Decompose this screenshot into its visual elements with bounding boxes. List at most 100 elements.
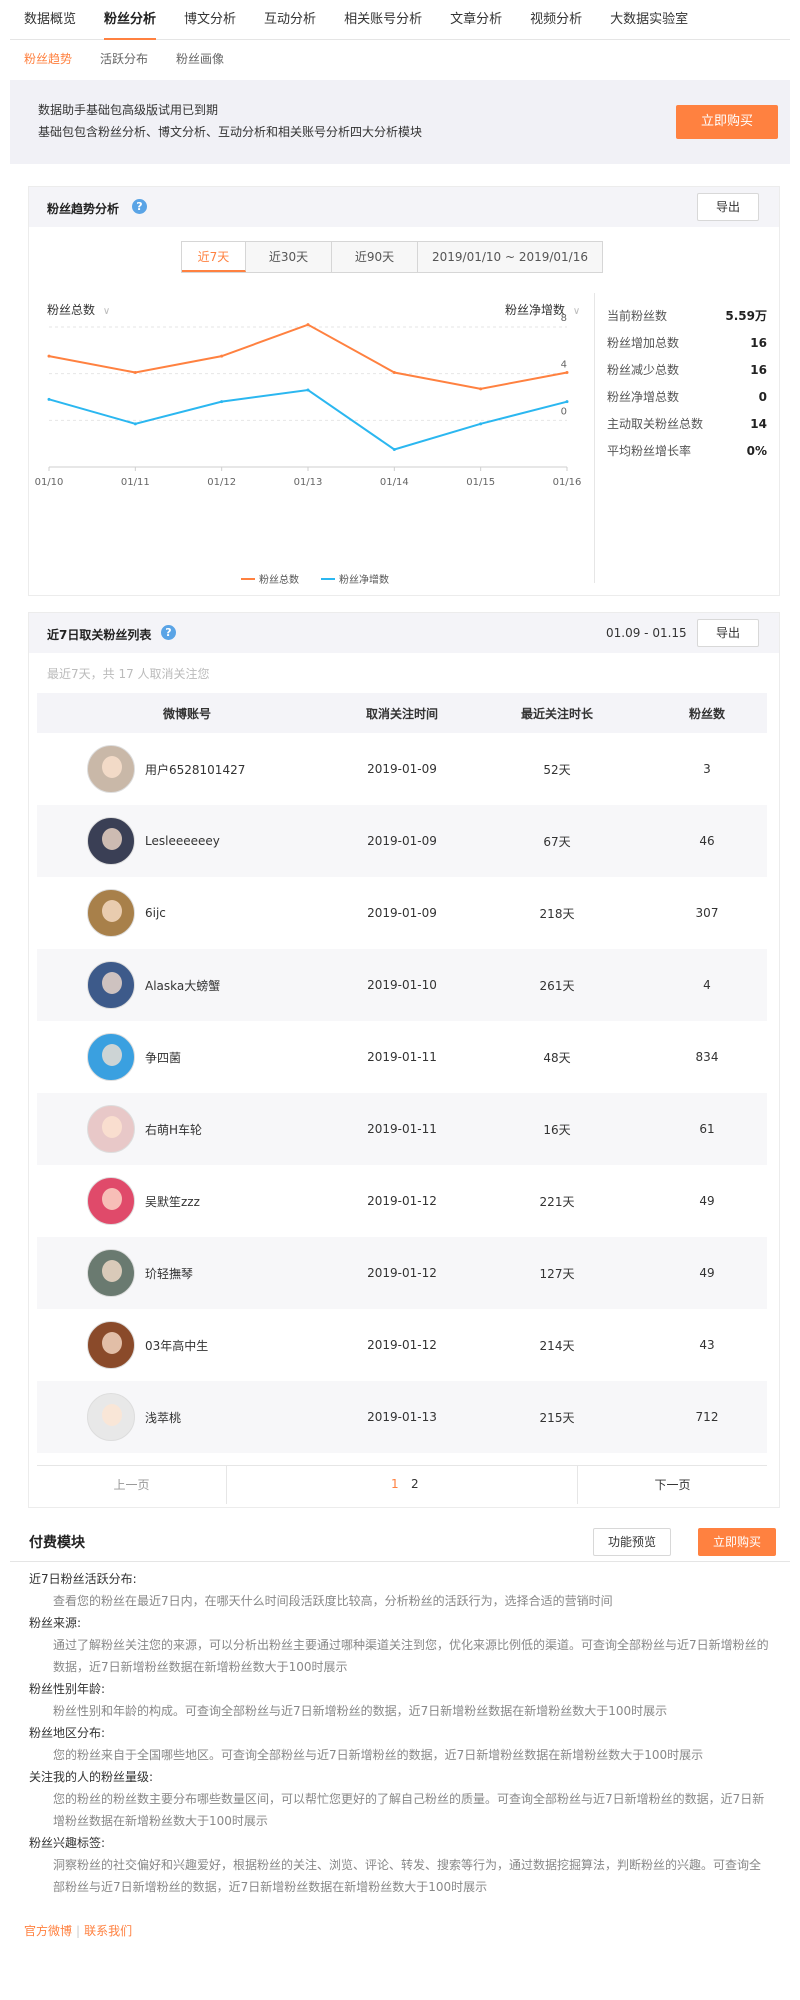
- export-button[interactable]: 导出: [697, 619, 759, 647]
- feature-preview-button[interactable]: 功能预览: [593, 1528, 671, 1556]
- pagination: 上一页 1 2 下一页: [37, 1465, 767, 1504]
- avatar[interactable]: [87, 1321, 135, 1369]
- account-info[interactable]: Lesleeeeeey: [37, 817, 337, 865]
- avatar[interactable]: [87, 745, 135, 793]
- buy-now-button[interactable]: 立即购买: [698, 1528, 776, 1556]
- official-weibo-link[interactable]: 官方微博: [24, 1924, 72, 1938]
- module-description: 通过了解粉丝关注您的来源，可以分析出粉丝主要通过哪种渠道关注到您，优化来源比例低…: [53, 1638, 769, 1674]
- avatar[interactable]: [87, 1249, 135, 1297]
- table-row: 浅萃桃 2019-01-13 215天 712: [37, 1381, 767, 1453]
- table-row: 争四菌 2019-01-11 48天 834: [37, 1021, 767, 1093]
- fans-count-cell: 49: [699, 1194, 715, 1208]
- right-axis-tick-label: 8: [561, 313, 567, 324]
- account-name[interactable]: 右萌H车轮: [145, 1121, 202, 1138]
- account-name[interactable]: Lesleeeeeey: [145, 834, 220, 848]
- page-1-link[interactable]: 1: [391, 1477, 399, 1491]
- avatar-face-shape: [102, 1044, 122, 1066]
- top-nav-item[interactable]: 互动分析: [264, 0, 316, 39]
- prev-page-button[interactable]: 上一页: [37, 1466, 227, 1504]
- account-info[interactable]: Alaska大螃蟹: [37, 961, 337, 1009]
- table-row: 玠轻撫琴 2019-01-12 127天 49: [37, 1237, 767, 1309]
- range-tab[interactable]: 近30天: [246, 242, 332, 272]
- module-heading: 粉丝地区分布:: [29, 1726, 106, 1740]
- stat-label: 平均粉丝增长率: [607, 444, 692, 458]
- account-info[interactable]: 03年高中生: [37, 1321, 337, 1369]
- top-nav: 数据概览 粉丝分析 博文分析 互动分析 相关账号分析 文章分析 视频分析 大数据实验室: [10, 0, 790, 40]
- account-info[interactable]: 玠轻撫琴: [37, 1249, 337, 1297]
- module-description: 粉丝性别和年龄的构成。可查询全部粉丝与近7日新增粉丝的数据，近7日新增粉丝数据在…: [53, 1704, 668, 1718]
- avatar[interactable]: [87, 889, 135, 937]
- top-nav-item[interactable]: 相关账号分析: [344, 0, 422, 39]
- data-point: [220, 400, 224, 404]
- follow-duration-cell: 127天: [467, 1237, 647, 1309]
- avatar[interactable]: [87, 1105, 135, 1153]
- avatar-face-shape: [102, 1260, 122, 1282]
- stat-value: 14: [750, 417, 767, 431]
- panel-title: 粉丝趋势分析: [47, 202, 120, 216]
- buy-now-button[interactable]: 立即购买: [676, 105, 778, 139]
- range-tab[interactable]: 2019/01/10 ~ 2019/01/16: [418, 242, 602, 272]
- top-nav-item[interactable]: 粉丝分析: [104, 0, 157, 40]
- stats-list: 当前粉丝数 5.59万 粉丝增加总数 16 粉丝减少总数 16 粉丝净增总数 0 主动取关粉丝总…: [607, 303, 767, 465]
- export-button[interactable]: 导出: [697, 193, 759, 221]
- avatar-face-shape: [102, 756, 122, 778]
- top-nav-item[interactable]: 视频分析: [530, 0, 582, 39]
- avatar[interactable]: [87, 961, 135, 1009]
- table-row: Lesleeeeeey 2019-01-09 67天 46: [37, 805, 767, 877]
- avatar[interactable]: [87, 1033, 135, 1081]
- account-info[interactable]: 用户6528101427: [37, 745, 337, 793]
- top-nav-item[interactable]: 大数据实验室: [610, 0, 688, 39]
- column-header: 最近关注时长: [467, 693, 647, 733]
- range-tab[interactable]: 近7天: [182, 242, 246, 272]
- x-axis-tick-label: 01/13: [294, 477, 323, 488]
- account-name[interactable]: Alaska大螃蟹: [145, 977, 220, 994]
- avatar[interactable]: [87, 817, 135, 865]
- account-info[interactable]: 右萌H车轮: [37, 1105, 337, 1153]
- date-range-tabs: 近7天 近30天 近90天 2019/01/10 ~ 2019/01/16: [181, 241, 603, 273]
- sub-nav-item[interactable]: 粉丝趋势: [24, 50, 72, 67]
- account-name[interactable]: 玠轻撫琴: [145, 1265, 193, 1282]
- module-description: 洞察粉丝的社交偏好和兴趣爱好，根据粉丝的关注、浏览、评论、转发、搜索等行为，通过…: [53, 1858, 762, 1894]
- module-heading: 关注我的人的粉丝量级:: [29, 1770, 154, 1784]
- top-nav-item[interactable]: 数据概览: [24, 0, 76, 39]
- account-name[interactable]: 浅萃桃: [145, 1409, 181, 1426]
- account-cell: 6ijc: [37, 877, 337, 949]
- account-name[interactable]: 6ijc: [145, 906, 166, 920]
- date-range-label: 01.09 - 01.15: [606, 626, 687, 640]
- sub-nav-item[interactable]: 活跃分布: [100, 50, 148, 67]
- next-page-button[interactable]: 下一页: [577, 1466, 767, 1504]
- help-icon[interactable]: ?: [132, 199, 147, 214]
- sub-nav-item[interactable]: 粉丝画像: [176, 50, 224, 67]
- stat-label: 主动取关粉丝总数: [607, 417, 704, 431]
- range-tab[interactable]: 近90天: [332, 242, 418, 272]
- data-point: [306, 388, 310, 392]
- top-nav-item[interactable]: 博文分析: [184, 0, 236, 39]
- stat-value: 16: [750, 363, 767, 377]
- avatar[interactable]: [87, 1393, 135, 1441]
- account-info[interactable]: 争四菌: [37, 1033, 337, 1081]
- account-info[interactable]: 浅萃桃: [37, 1393, 337, 1441]
- account-name[interactable]: 用户6528101427: [145, 761, 245, 778]
- account-info[interactable]: 吴默笙zzz: [37, 1177, 337, 1225]
- avatar[interactable]: [87, 1177, 135, 1225]
- account-info[interactable]: 6ijc: [37, 889, 337, 937]
- column-header: 微博账号: [37, 693, 337, 733]
- account-name[interactable]: 争四菌: [145, 1049, 181, 1066]
- account-name[interactable]: 吴默笙zzz: [145, 1193, 200, 1210]
- unfollow-time-cell: 2019-01-09: [337, 805, 467, 877]
- stat-row: 当前粉丝数 5.59万: [607, 303, 767, 330]
- avatar-face-shape: [102, 1116, 122, 1138]
- fan-trend-panel: 粉丝趋势分析 ? 导出 近7天 近30天 近90天 2019/01/10 ~ 2019…: [28, 186, 780, 596]
- contact-us-link[interactable]: 联系我们: [84, 1924, 132, 1938]
- table-row: 右萌H车轮 2019-01-11 16天 61: [37, 1093, 767, 1165]
- account-cell: 右萌H车轮: [37, 1093, 337, 1165]
- help-icon[interactable]: ?: [161, 625, 176, 640]
- top-nav-item[interactable]: 文章分析: [450, 0, 502, 39]
- legend-item[interactable]: 粉丝总数: [241, 573, 299, 586]
- account-cell: Alaska大螃蟹: [37, 949, 337, 1021]
- fans-count-cell: 4: [647, 949, 767, 1021]
- stat-value: 5.59万: [725, 309, 767, 323]
- account-name[interactable]: 03年高中生: [145, 1337, 208, 1354]
- legend-item[interactable]: 粉丝净增数: [321, 573, 389, 586]
- page-2-link[interactable]: 2: [411, 1477, 419, 1491]
